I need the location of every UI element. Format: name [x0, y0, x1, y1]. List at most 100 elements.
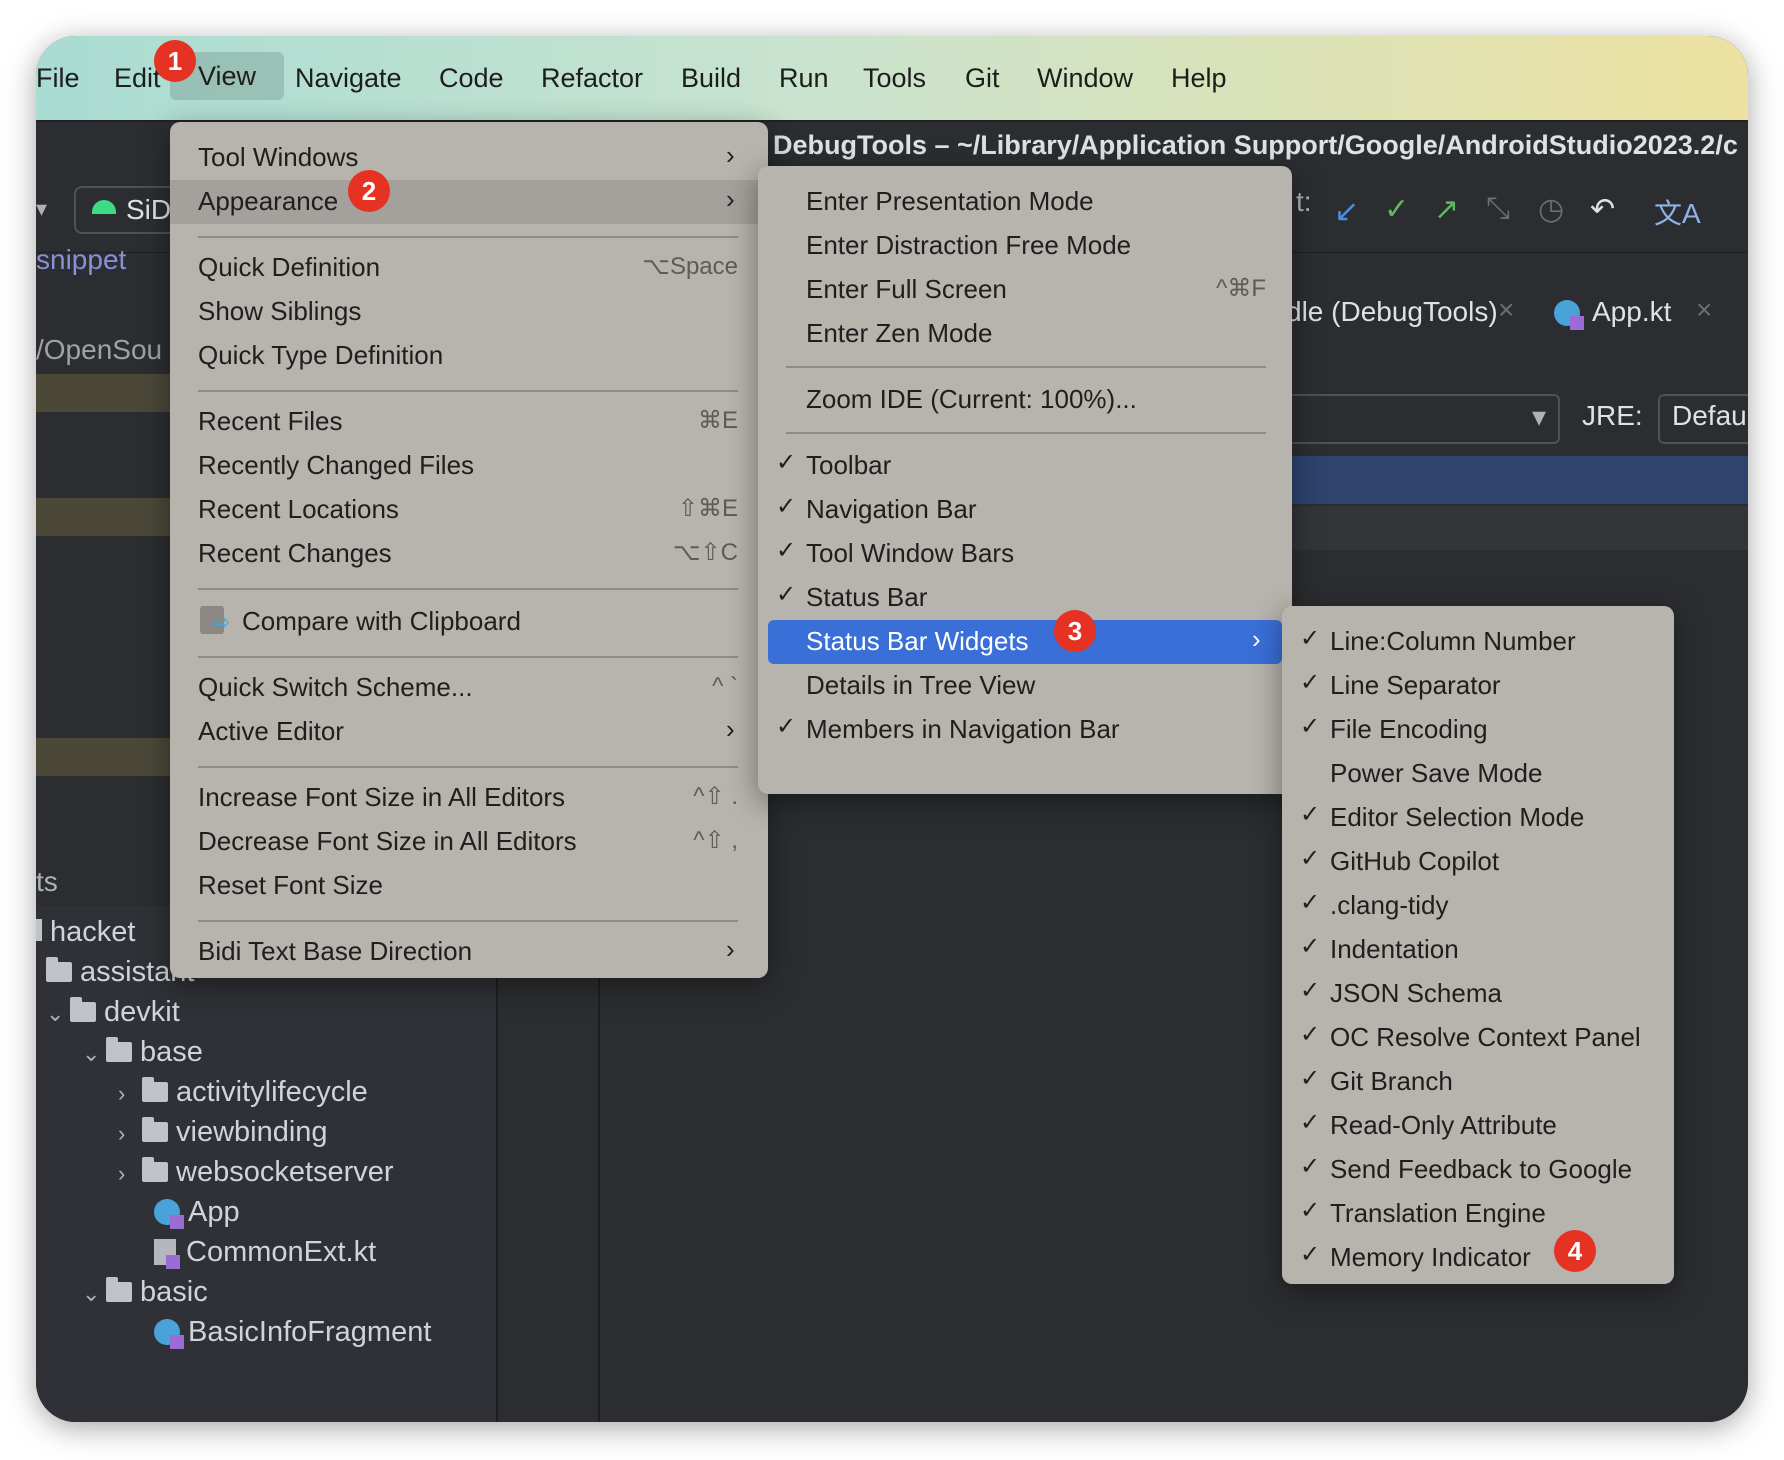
snippet-label: snippet	[36, 244, 127, 275]
menu-item-quick-type-definition[interactable]: Quick Type Definition	[198, 336, 738, 374]
tab-app-kt[interactable]: App.kt	[1592, 296, 1671, 328]
menu-item-zoom-ide[interactable]: Zoom IDE (Current: 100%)...	[806, 380, 1266, 418]
check-icon: ✓	[1300, 1153, 1321, 1180]
step-badge-1: 1	[154, 40, 196, 82]
tree-item[interactable]: BasicInfoFragment	[154, 1316, 431, 1349]
menu-item-recent-locations[interactable]: Recent Locations ⇧⌘E	[198, 490, 738, 528]
menu-item-increase-font-size[interactable]: Increase Font Size in All Editors ^⇧ .	[198, 778, 738, 816]
tab-close-icon[interactable]: ×	[1696, 294, 1712, 326]
widget-item-send-feedback-to-google[interactable]: Send Feedback to Google	[1330, 1150, 1632, 1188]
menu-item-recently-changed-files[interactable]: Recently Changed Files	[198, 446, 738, 484]
folder-icon	[46, 957, 72, 982]
rollback-icon[interactable]: ↶	[1590, 192, 1615, 227]
widget-item-editor-selection-mode[interactable]: Editor Selection Mode	[1330, 798, 1584, 836]
menu-item-navigation-bar[interactable]: Navigation Bar	[806, 490, 1266, 528]
submenu-arrow-icon: ›	[726, 934, 735, 964]
config-dropdown[interactable]: ▾	[1256, 394, 1560, 444]
tab-close-icon[interactable]: ×	[1498, 294, 1514, 326]
translate-icon[interactable]: 文A	[1654, 192, 1701, 232]
menu-item-tool-window-bars[interactable]: Tool Window Bars	[806, 534, 1266, 572]
menu-separator	[198, 766, 738, 768]
menu-item-tool-windows[interactable]: Tool Windows	[198, 138, 738, 176]
widget-item-line-column-number[interactable]: Line:Column Number	[1330, 622, 1576, 660]
tree-item[interactable]: › activitylifecycle	[118, 1076, 368, 1109]
menu-item-toolbar[interactable]: Toolbar	[806, 446, 1266, 484]
menu-item-distraction-free-mode[interactable]: Enter Distraction Free Mode	[806, 226, 1266, 264]
menu-build[interactable]: Build	[675, 58, 747, 98]
menu-item-decrease-font-size[interactable]: Decrease Font Size in All Editors ^⇧ ,	[198, 822, 738, 860]
widget-item-line-separator[interactable]: Line Separator	[1330, 666, 1501, 704]
tree-item[interactable]: App	[154, 1196, 240, 1229]
menu-item-details-in-tree-view[interactable]: Details in Tree View	[806, 666, 1266, 704]
step-badge-2: 2	[348, 170, 390, 212]
tree-item[interactable]: ⌄ basic	[82, 1276, 208, 1309]
git-commit-icon[interactable]: ✓	[1384, 192, 1409, 227]
menu-item-compare-with-clipboard[interactable]: Compare with Clipboard	[242, 602, 738, 640]
tree-item[interactable]: › websocketserver	[118, 1156, 394, 1189]
menu-item-show-siblings[interactable]: Show Siblings	[198, 292, 738, 330]
menu-run[interactable]: Run	[773, 58, 835, 98]
menu-window[interactable]: Window	[1031, 58, 1139, 98]
chevron-right-icon[interactable]: ›	[118, 1121, 142, 1147]
menu-git[interactable]: Git	[959, 58, 1006, 98]
panel-divider[interactable]	[496, 906, 498, 1422]
widget-item-github-copilot[interactable]: GitHub Copilot	[1330, 842, 1499, 880]
submenu-arrow-icon: ›	[726, 714, 735, 744]
widget-item-json-schema[interactable]: JSON Schema	[1330, 974, 1502, 1012]
chevron-down-icon[interactable]: ⌄	[82, 1041, 106, 1067]
menu-help[interactable]: Help	[1165, 58, 1233, 98]
check-icon: ✓	[1300, 1021, 1321, 1048]
tree-item[interactable]: ⌄ base	[82, 1036, 203, 1069]
menu-separator	[786, 366, 1266, 368]
widget-item-power-save-mode[interactable]: Power Save Mode	[1330, 754, 1542, 792]
widget-item-clang-tidy[interactable]: .clang-tidy	[1330, 886, 1449, 924]
run-config-dropdown-arrow[interactable]: ▾	[36, 196, 47, 222]
tab-gradle[interactable]: dle (DebugTools)	[1286, 296, 1498, 328]
menu-item-active-editor[interactable]: Active Editor	[198, 712, 738, 750]
menu-item-quick-definition[interactable]: Quick Definition ⌥Space	[198, 248, 738, 286]
widget-item-git-branch[interactable]: Git Branch	[1330, 1062, 1453, 1100]
widget-item-memory-indicator[interactable]: Memory Indicator	[1330, 1238, 1531, 1276]
menu-refactor[interactable]: Refactor	[535, 58, 649, 98]
chevron-right-icon[interactable]: ›	[118, 1161, 142, 1187]
check-icon: ✓	[1300, 669, 1321, 696]
menu-item-presentation-mode[interactable]: Enter Presentation Mode	[806, 182, 1266, 220]
git-pull-icon[interactable]: ⤡	[1486, 192, 1510, 226]
jre-field[interactable]: Defau	[1658, 394, 1748, 444]
git-update-icon[interactable]: ↙	[1334, 194, 1359, 229]
widget-item-file-encoding[interactable]: File Encoding	[1330, 710, 1488, 748]
kotlin-file-icon	[1554, 300, 1584, 330]
menu-item-recent-changes[interactable]: Recent Changes ⌥⇧C	[198, 534, 738, 572]
tree-item[interactable]: ⌄ devkit	[46, 996, 180, 1029]
tree-item[interactable]: CommonExt.kt	[154, 1236, 376, 1269]
submenu-arrow-icon: ›	[726, 184, 735, 214]
tree-item[interactable]: hacket	[36, 916, 135, 949]
menu-navigate[interactable]: Navigate	[289, 58, 408, 98]
menu-separator	[198, 390, 738, 392]
menu-code[interactable]: Code	[433, 58, 510, 98]
menu-separator	[198, 920, 738, 922]
menu-item-appearance[interactable]: Appearance	[198, 182, 738, 220]
panel-divider[interactable]	[598, 906, 600, 1422]
widget-item-oc-resolve-context-panel[interactable]: OC Resolve Context Panel	[1330, 1018, 1641, 1056]
chevron-down-icon[interactable]: ⌄	[82, 1281, 106, 1307]
menu-file[interactable]: File	[36, 58, 86, 98]
menu-item-quick-switch-scheme[interactable]: Quick Switch Scheme... ^ `	[198, 668, 738, 706]
menu-item-bidi-text-base-direction[interactable]: Bidi Text Base Direction	[198, 932, 738, 970]
menu-item-recent-files[interactable]: Recent Files ⌘E	[198, 402, 738, 440]
tree-item[interactable]: › viewbinding	[118, 1116, 328, 1149]
menu-item-members-in-navigation-bar[interactable]: Members in Navigation Bar	[806, 710, 1266, 748]
widget-item-read-only-attribute[interactable]: Read-Only Attribute	[1330, 1106, 1557, 1144]
menu-item-full-screen[interactable]: Enter Full Screen ^⌘F	[806, 270, 1266, 308]
chevron-down-icon[interactable]: ⌄	[46, 1001, 70, 1027]
menu-item-reset-font-size[interactable]: Reset Font Size	[198, 866, 738, 904]
git-push-icon[interactable]: ↗	[1434, 192, 1459, 227]
menu-item-status-bar-widgets[interactable]: Status Bar Widgets	[806, 622, 1266, 660]
menu-item-zen-mode[interactable]: Enter Zen Mode	[806, 314, 1266, 352]
menu-item-status-bar[interactable]: Status Bar	[806, 578, 1266, 616]
history-icon[interactable]: ◷	[1538, 192, 1564, 227]
menu-tools[interactable]: Tools	[857, 58, 932, 98]
widget-item-indentation[interactable]: Indentation	[1330, 930, 1459, 968]
widget-item-translation-engine[interactable]: Translation Engine	[1330, 1194, 1546, 1232]
chevron-right-icon[interactable]: ›	[118, 1081, 142, 1107]
